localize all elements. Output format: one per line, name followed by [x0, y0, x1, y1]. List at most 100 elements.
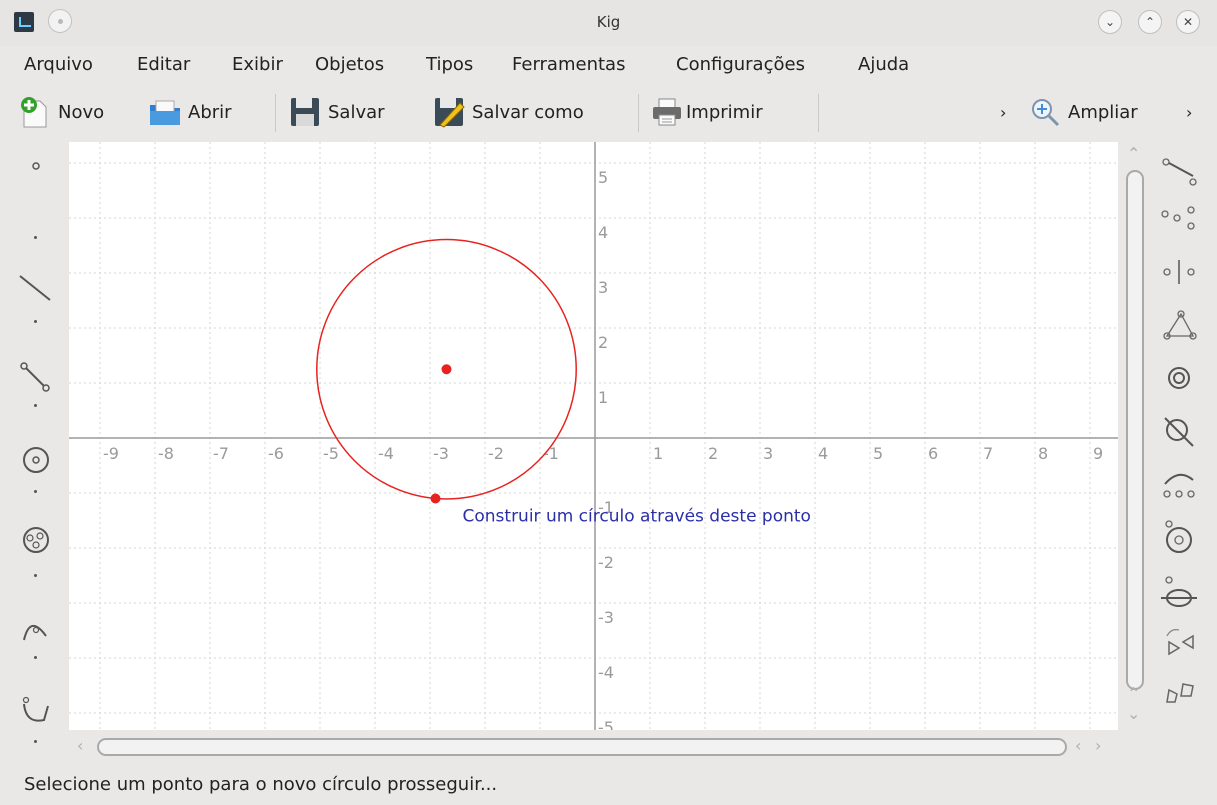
tangent-icon[interactable] — [1157, 570, 1201, 614]
vertical-scrollbar[interactable]: ⌃ ⌃ ⌄ — [1118, 142, 1148, 730]
salvar-label: Salvar — [328, 101, 385, 123]
x-tick-label: 5 — [873, 444, 883, 463]
point-icon[interactable] — [16, 146, 56, 186]
y-tick-label: -3 — [598, 608, 614, 627]
toolbar-separator — [638, 94, 639, 132]
y-tick-label: 1 — [598, 388, 608, 407]
imprimir-button[interactable]: Imprimir — [650, 92, 763, 132]
y-tick-label: -5 — [598, 718, 614, 730]
reflect-icon[interactable] — [1157, 620, 1201, 664]
x-tick-label: -7 — [213, 444, 229, 463]
separator-dot — [34, 404, 37, 407]
x-tick-label: 1 — [653, 444, 663, 463]
circle-center-point[interactable] — [441, 364, 452, 375]
save-floppy-icon — [291, 98, 319, 126]
y-tick-label: 3 — [598, 278, 608, 297]
y-tick-label: 4 — [598, 223, 608, 242]
line-icon[interactable] — [16, 266, 56, 306]
conic-icon[interactable] — [16, 608, 56, 648]
scroll-up-icon[interactable]: ⌃ — [1127, 144, 1140, 163]
x-tick-label: -2 — [488, 444, 504, 463]
ray-icon[interactable] — [1157, 148, 1201, 192]
ampliar-label: Ampliar — [1068, 101, 1138, 123]
scroll-right-icon[interactable]: › — [1095, 736, 1101, 755]
novo-button[interactable]: Novo — [18, 92, 104, 132]
scroll-left-icon[interactable]: ‹ — [1075, 736, 1081, 755]
spiral-icon[interactable] — [1157, 356, 1201, 400]
main-toolbar: Novo Abrir Salvar Salvar como Imprimir ›… — [0, 84, 1217, 140]
drawing-canvas[interactable]: 10-9-8-7-6-5-4-3-2-1123456789 54321-1-2-… — [69, 142, 1118, 730]
x-tick-label: -5 — [323, 444, 339, 463]
separator-dot — [34, 236, 37, 239]
separator-dot — [34, 656, 37, 659]
grid-lines — [69, 142, 1118, 730]
new-document-icon — [21, 97, 47, 128]
triangle-icon[interactable] — [1157, 302, 1201, 346]
open-folder-icon — [150, 100, 180, 125]
imprimir-label: Imprimir — [686, 101, 763, 123]
zoom-in-icon — [1032, 99, 1060, 127]
transform-icon[interactable] — [16, 690, 56, 730]
separator-dot — [34, 490, 37, 493]
title-bar: Kig ⌄ ⌃ ✕ — [0, 0, 1217, 46]
y-tick-label: 5 — [598, 168, 608, 187]
segment-icon[interactable] — [16, 358, 56, 398]
menu-exibir[interactable]: Exibir — [232, 54, 283, 75]
menu-ajuda[interactable]: Ajuda — [858, 54, 909, 75]
status-bar: Selecione um ponto para o novo círculo p… — [0, 766, 1217, 805]
status-message: Selecione um ponto para o novo círculo p… — [24, 774, 498, 795]
separator-dot — [34, 740, 37, 743]
x-tick-label: -3 — [433, 444, 449, 463]
scroll-left-icon[interactable]: ‹ — [77, 736, 83, 755]
ampliar-button[interactable]: Ampliar — [1028, 92, 1138, 132]
abrir-button[interactable]: Abrir — [148, 92, 232, 132]
x-tick-label: 4 — [818, 444, 828, 463]
vertical-scroll-thumb[interactable] — [1126, 170, 1144, 690]
construction-tooltip: Construir um círculo através deste ponto — [463, 507, 811, 527]
scroll-up-icon[interactable]: ⌃ — [1127, 684, 1140, 703]
minimize-button[interactable]: ⌄ — [1098, 10, 1122, 34]
salvar-button[interactable]: Salvar — [288, 92, 385, 132]
x-tick-label: -9 — [103, 444, 119, 463]
y-tick-label: -2 — [598, 553, 614, 572]
x-tick-label: 6 — [928, 444, 938, 463]
coordinate-plane[interactable]: 10-9-8-7-6-5-4-3-2-1123456789 54321-1-2-… — [69, 142, 1118, 730]
save-as-icon — [435, 98, 465, 128]
toolbar-overflow-right[interactable]: › — [1186, 92, 1192, 132]
menu-editar[interactable]: Editar — [137, 54, 190, 75]
menu-bar: Arquivo Editar Exibir Objetos Tipos Ferr… — [0, 50, 1217, 80]
x-tick-label: 7 — [983, 444, 993, 463]
novo-label: Novo — [58, 101, 105, 123]
salvar-como-label: Salvar como — [472, 101, 584, 123]
maximize-button[interactable]: ⌃ — [1138, 10, 1162, 34]
toolbar-overflow-left[interactable]: › — [1000, 92, 1006, 132]
salvar-como-button[interactable]: Salvar como — [432, 92, 584, 132]
midpoint-icon[interactable] — [1157, 250, 1201, 294]
circle-three-points-icon[interactable] — [16, 520, 56, 560]
menu-ferramentas[interactable]: Ferramentas — [512, 54, 625, 75]
abrir-label: Abrir — [188, 101, 232, 123]
toolbar-separator — [275, 94, 276, 132]
circle-edge-point[interactable] — [430, 493, 441, 504]
menu-tipos[interactable]: Tipos — [426, 54, 473, 75]
arc-icon[interactable] — [1157, 462, 1201, 506]
y-tick-label: 2 — [598, 333, 608, 352]
close-button[interactable]: ✕ — [1176, 10, 1200, 34]
mirror-point-icon[interactable] — [1157, 196, 1201, 240]
scroll-down-icon[interactable]: ⌄ — [1127, 704, 1140, 723]
intersection-icon[interactable] — [1157, 410, 1201, 454]
menu-configuracoes[interactable]: Configurações — [676, 54, 805, 75]
toolbar-separator — [818, 94, 819, 132]
menu-arquivo[interactable]: Arquivo — [24, 54, 93, 75]
rotate-polygon-icon[interactable] — [1157, 670, 1201, 714]
concentric-circle-icon[interactable] — [1157, 516, 1201, 560]
x-tick-label: 2 — [708, 444, 718, 463]
menu-objetos[interactable]: Objetos — [315, 54, 384, 75]
x-tick-label: -4 — [378, 444, 394, 463]
circle-center-icon[interactable] — [16, 440, 56, 480]
horizontal-scrollbar[interactable]: ‹ ‹ › — [69, 734, 1118, 760]
separator-dot — [34, 320, 37, 323]
separator-dot — [34, 574, 37, 577]
y-tick-label: -4 — [598, 663, 614, 682]
horizontal-scroll-thumb[interactable] — [97, 738, 1067, 756]
